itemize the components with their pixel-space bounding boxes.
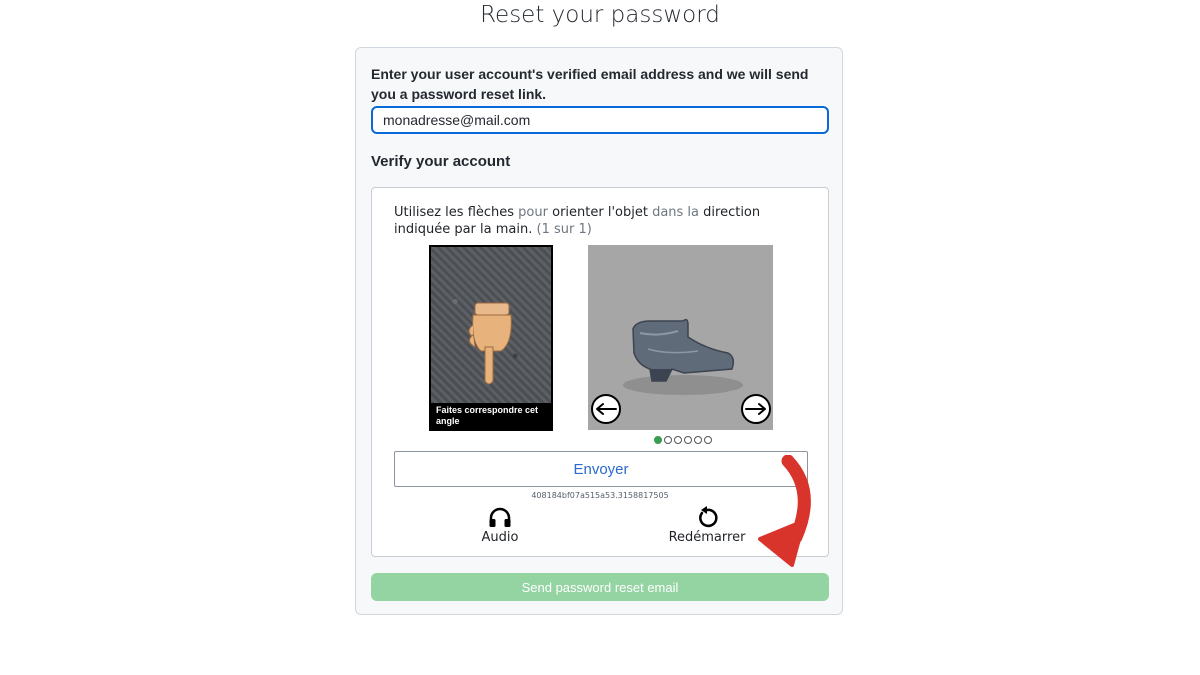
progress-dot (664, 436, 672, 444)
rotatable-object-image (588, 245, 773, 430)
audio-label: Audio (481, 530, 519, 545)
arrow-right-icon (745, 403, 766, 415)
progress-dot (704, 436, 712, 444)
reference-image: Faites correspondre cet angle (429, 245, 553, 431)
progress-dots (654, 436, 712, 444)
page-title: Reset your password (480, 2, 720, 28)
captcha-instr-part: pour (514, 205, 553, 220)
captcha-instr-part: Utilisez les flèches (394, 205, 515, 220)
captcha-instr-part: . (528, 222, 537, 237)
restart-button[interactable]: Redémarrer (662, 506, 752, 545)
headphones-icon (489, 507, 511, 527)
progress-dot (694, 436, 702, 444)
audio-button[interactable]: Audio (470, 506, 530, 545)
captcha-instr-part: dans la (647, 205, 704, 220)
send-reset-email-button[interactable]: Send password reset email (371, 573, 829, 601)
progress-dot (684, 436, 692, 444)
arrow-left-icon (596, 403, 617, 415)
captcha-instructions: Utilisez les flèches pour orienter l'obj… (394, 204, 814, 238)
progress-dot (674, 436, 682, 444)
pointing-hand-icon (468, 302, 512, 385)
rotate-right-button[interactable] (741, 394, 771, 424)
restart-icon (699, 506, 718, 528)
rotate-left-button[interactable] (591, 394, 621, 424)
progress-dot-active (654, 436, 662, 444)
verify-heading: Verify your account (371, 153, 511, 170)
instructions-text: Enter your user account's verified email… (371, 66, 809, 102)
captcha-progress-text: (1 sur 1) (536, 222, 592, 237)
reference-caption: Faites correspondre cet angle (431, 403, 551, 429)
curved-arrow-icon (758, 455, 811, 567)
restart-label: Redémarrer (668, 530, 746, 545)
captcha-instr-part: orienter l'objet (552, 205, 648, 220)
email-field[interactable] (371, 106, 829, 134)
captcha-submit-button[interactable]: Envoyer (394, 451, 808, 487)
